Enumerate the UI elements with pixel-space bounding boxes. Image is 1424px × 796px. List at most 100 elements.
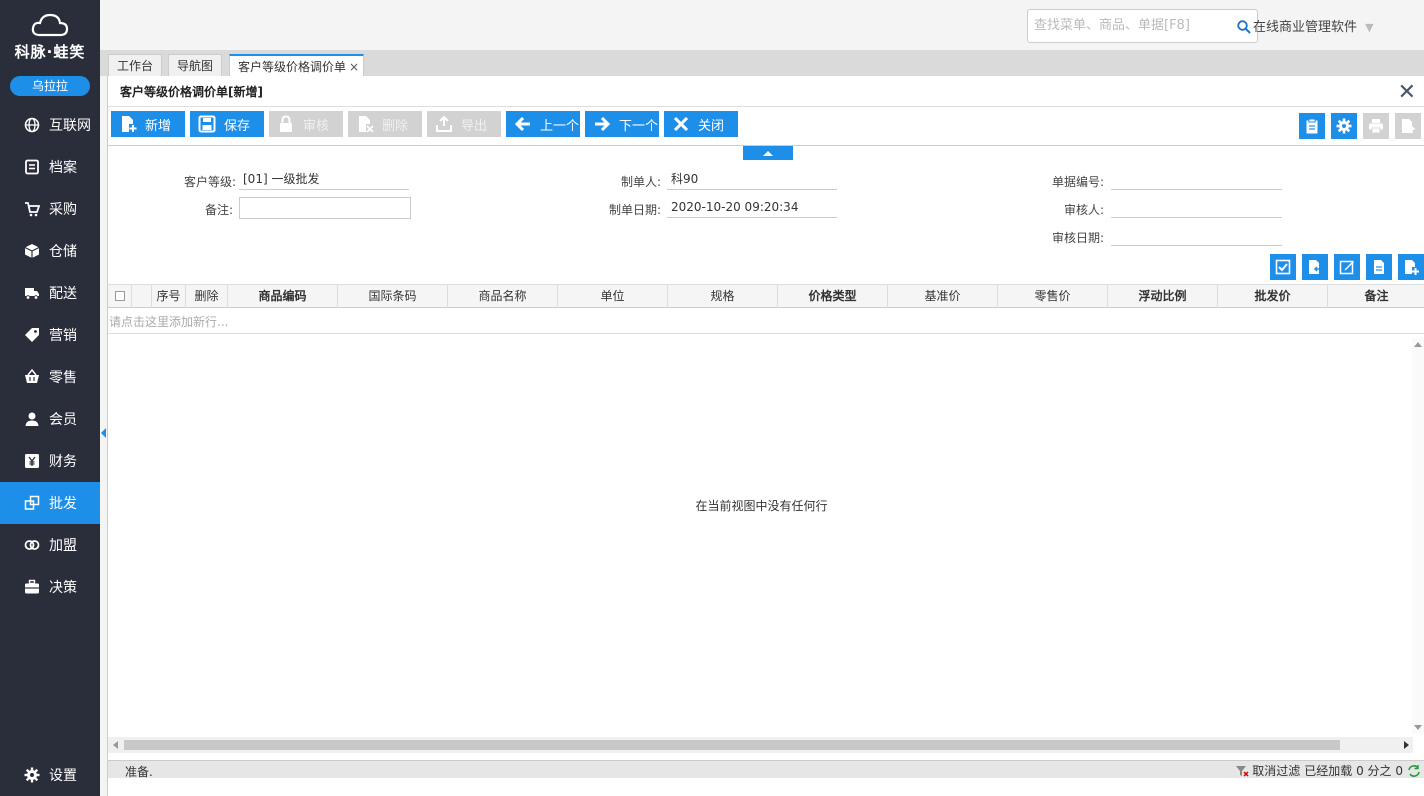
refresh-icon[interactable] (1407, 764, 1421, 778)
select-all-button[interactable] (1270, 254, 1296, 280)
user-badge[interactable]: 乌拉拉 (10, 76, 90, 96)
tab-workbench[interactable]: 工作台 (108, 54, 163, 76)
sidebar-item-wholesale[interactable]: 批发 (0, 482, 100, 524)
scroll-up-icon[interactable] (1414, 342, 1422, 347)
sidebar-item-decision[interactable]: 决策 (0, 566, 100, 608)
save-button[interactable]: 保存 (190, 111, 264, 137)
column-header[interactable]: 国际条码 (338, 285, 448, 308)
edit-icon (1339, 260, 1354, 275)
tab-close-icon[interactable]: × (349, 60, 359, 74)
next-button[interactable]: 下一个 (585, 111, 659, 137)
button-label: 上一个 (540, 118, 580, 134)
vertical-scrollbar[interactable] (1412, 338, 1424, 734)
wholesale-icon (24, 495, 40, 510)
top-bar: 在线商业管理软件 ▼ (100, 0, 1424, 50)
document-icon (1374, 260, 1384, 274)
upload-button[interactable] (1395, 113, 1421, 139)
audit-date-field (1111, 226, 1282, 246)
indicator-column (132, 285, 152, 308)
sidebar-item-member[interactable]: 会员 (0, 398, 100, 440)
sidebar-item-marketing[interactable]: 营销 (0, 314, 100, 356)
scroll-down-icon[interactable] (1414, 725, 1422, 730)
new-doc-icon (122, 116, 137, 132)
print-button[interactable] (1363, 113, 1389, 139)
auditor-field (1111, 198, 1282, 218)
scroll-right-icon[interactable] (1404, 741, 1409, 749)
sidebar-item-settings[interactable]: 设置 (0, 754, 100, 796)
prev-button[interactable]: 上一个 (506, 111, 580, 137)
new-button[interactable]: 新增 (111, 111, 185, 137)
button-label: 新增 (145, 118, 172, 134)
import-button[interactable] (1302, 254, 1328, 280)
sidebar-item-label: 零售 (49, 370, 77, 386)
clipboard-button[interactable] (1299, 113, 1325, 139)
column-header[interactable]: 备注 (1328, 285, 1424, 308)
column-header[interactable]: 商品编码 (228, 285, 338, 308)
sidebar: 科脉·蛙笑 乌拉拉 互联网 档案 采购 仓储 配送 营销 零售 会员 财务 批发 (0, 0, 100, 796)
sidebar-item-storage[interactable]: 仓储 (0, 230, 100, 272)
box-icon (24, 244, 40, 258)
audit-button[interactable]: 审核 (269, 111, 343, 137)
settings-button[interactable] (1331, 113, 1357, 139)
collapse-form-button[interactable] (743, 146, 793, 160)
column-header[interactable]: 浮动比例 (1108, 285, 1218, 308)
add-new-row[interactable]: 请点击这里添加新行... (108, 312, 1424, 334)
sidebar-item-label: 营销 (49, 328, 77, 344)
sidebar-item-retail[interactable]: 零售 (0, 356, 100, 398)
search-icon[interactable] (1237, 20, 1251, 34)
column-header[interactable]: 商品名称 (448, 285, 558, 308)
sidebar-item-internet[interactable]: 互联网 (0, 104, 100, 146)
button-label: 导出 (461, 118, 488, 134)
scroll-left-icon[interactable] (113, 741, 118, 749)
sidebar-item-label: 采购 (49, 202, 77, 218)
panel-title: 客户等级价格调价单[新增] (120, 85, 263, 99)
user-icon (25, 412, 39, 426)
close-icon[interactable]: ✕ (1398, 82, 1416, 104)
document-button[interactable] (1366, 254, 1392, 280)
tab-bar: 工作台 导航图 客户等级价格调价单 × (100, 50, 1424, 76)
column-header[interactable]: 零售价 (998, 285, 1108, 308)
delete-button[interactable]: 删除 (348, 111, 422, 137)
create-date-label: 制单日期: (608, 203, 661, 217)
clear-filter-link[interactable]: 取消过滤 (1252, 762, 1300, 779)
column-header[interactable]: 批发价 (1218, 285, 1328, 308)
sidebar-item-delivery[interactable]: 配送 (0, 272, 100, 314)
sidebar-item-purchase[interactable]: 采购 (0, 188, 100, 230)
audit-date-label: 审核日期: (1051, 231, 1104, 245)
export-button[interactable]: 导出 (427, 111, 501, 137)
checkbox-checked-icon (1275, 259, 1291, 275)
search-input[interactable] (1034, 18, 1224, 33)
tab-price-adjustment[interactable]: 客户等级价格调价单 × (229, 54, 365, 76)
column-header[interactable]: 价格类型 (778, 285, 888, 308)
horizontal-scroll-thumb[interactable] (124, 740, 1340, 750)
save-icon (198, 115, 216, 133)
button-label: 保存 (224, 118, 251, 134)
column-header[interactable]: 序号 (152, 285, 186, 308)
customer-level-field[interactable]: [01] 一级批发 (239, 170, 409, 190)
sidebar-item-archive[interactable]: 档案 (0, 146, 100, 188)
sidebar-item-label: 配送 (49, 286, 77, 302)
horizontal-scrollbar[interactable] (108, 737, 1413, 753)
sidebar-item-label: 互联网 (49, 118, 91, 134)
settings-label: 设置 (49, 768, 77, 784)
collapse-arrow-icon[interactable] (101, 428, 106, 438)
sidebar-item-finance[interactable]: 财务 (0, 440, 100, 482)
company-menu[interactable]: 在线商业管理软件 ▼ (1253, 16, 1374, 35)
column-header[interactable]: 删除 (186, 285, 228, 308)
close-button[interactable]: 关闭 (664, 111, 738, 137)
sidebar-item-label: 加盟 (49, 538, 77, 554)
column-header[interactable]: 规格 (668, 285, 778, 308)
add-row-button[interactable] (1398, 254, 1424, 280)
tab-navigation[interactable]: 导航图 (168, 54, 223, 76)
sidebar-item-franchise[interactable]: 加盟 (0, 524, 100, 566)
edit-button[interactable] (1334, 254, 1360, 280)
clear-filter-icon[interactable] (1235, 764, 1249, 778)
remark-input[interactable] (239, 197, 411, 219)
tab-label: 客户等级价格调价单 (238, 60, 347, 74)
delete-doc-icon (359, 116, 374, 133)
column-header[interactable]: 基准价 (888, 285, 998, 308)
button-label: 下一个 (619, 118, 659, 134)
search-box[interactable] (1027, 9, 1258, 43)
column-header[interactable]: 单位 (558, 285, 668, 308)
select-all-checkbox[interactable] (108, 285, 132, 308)
